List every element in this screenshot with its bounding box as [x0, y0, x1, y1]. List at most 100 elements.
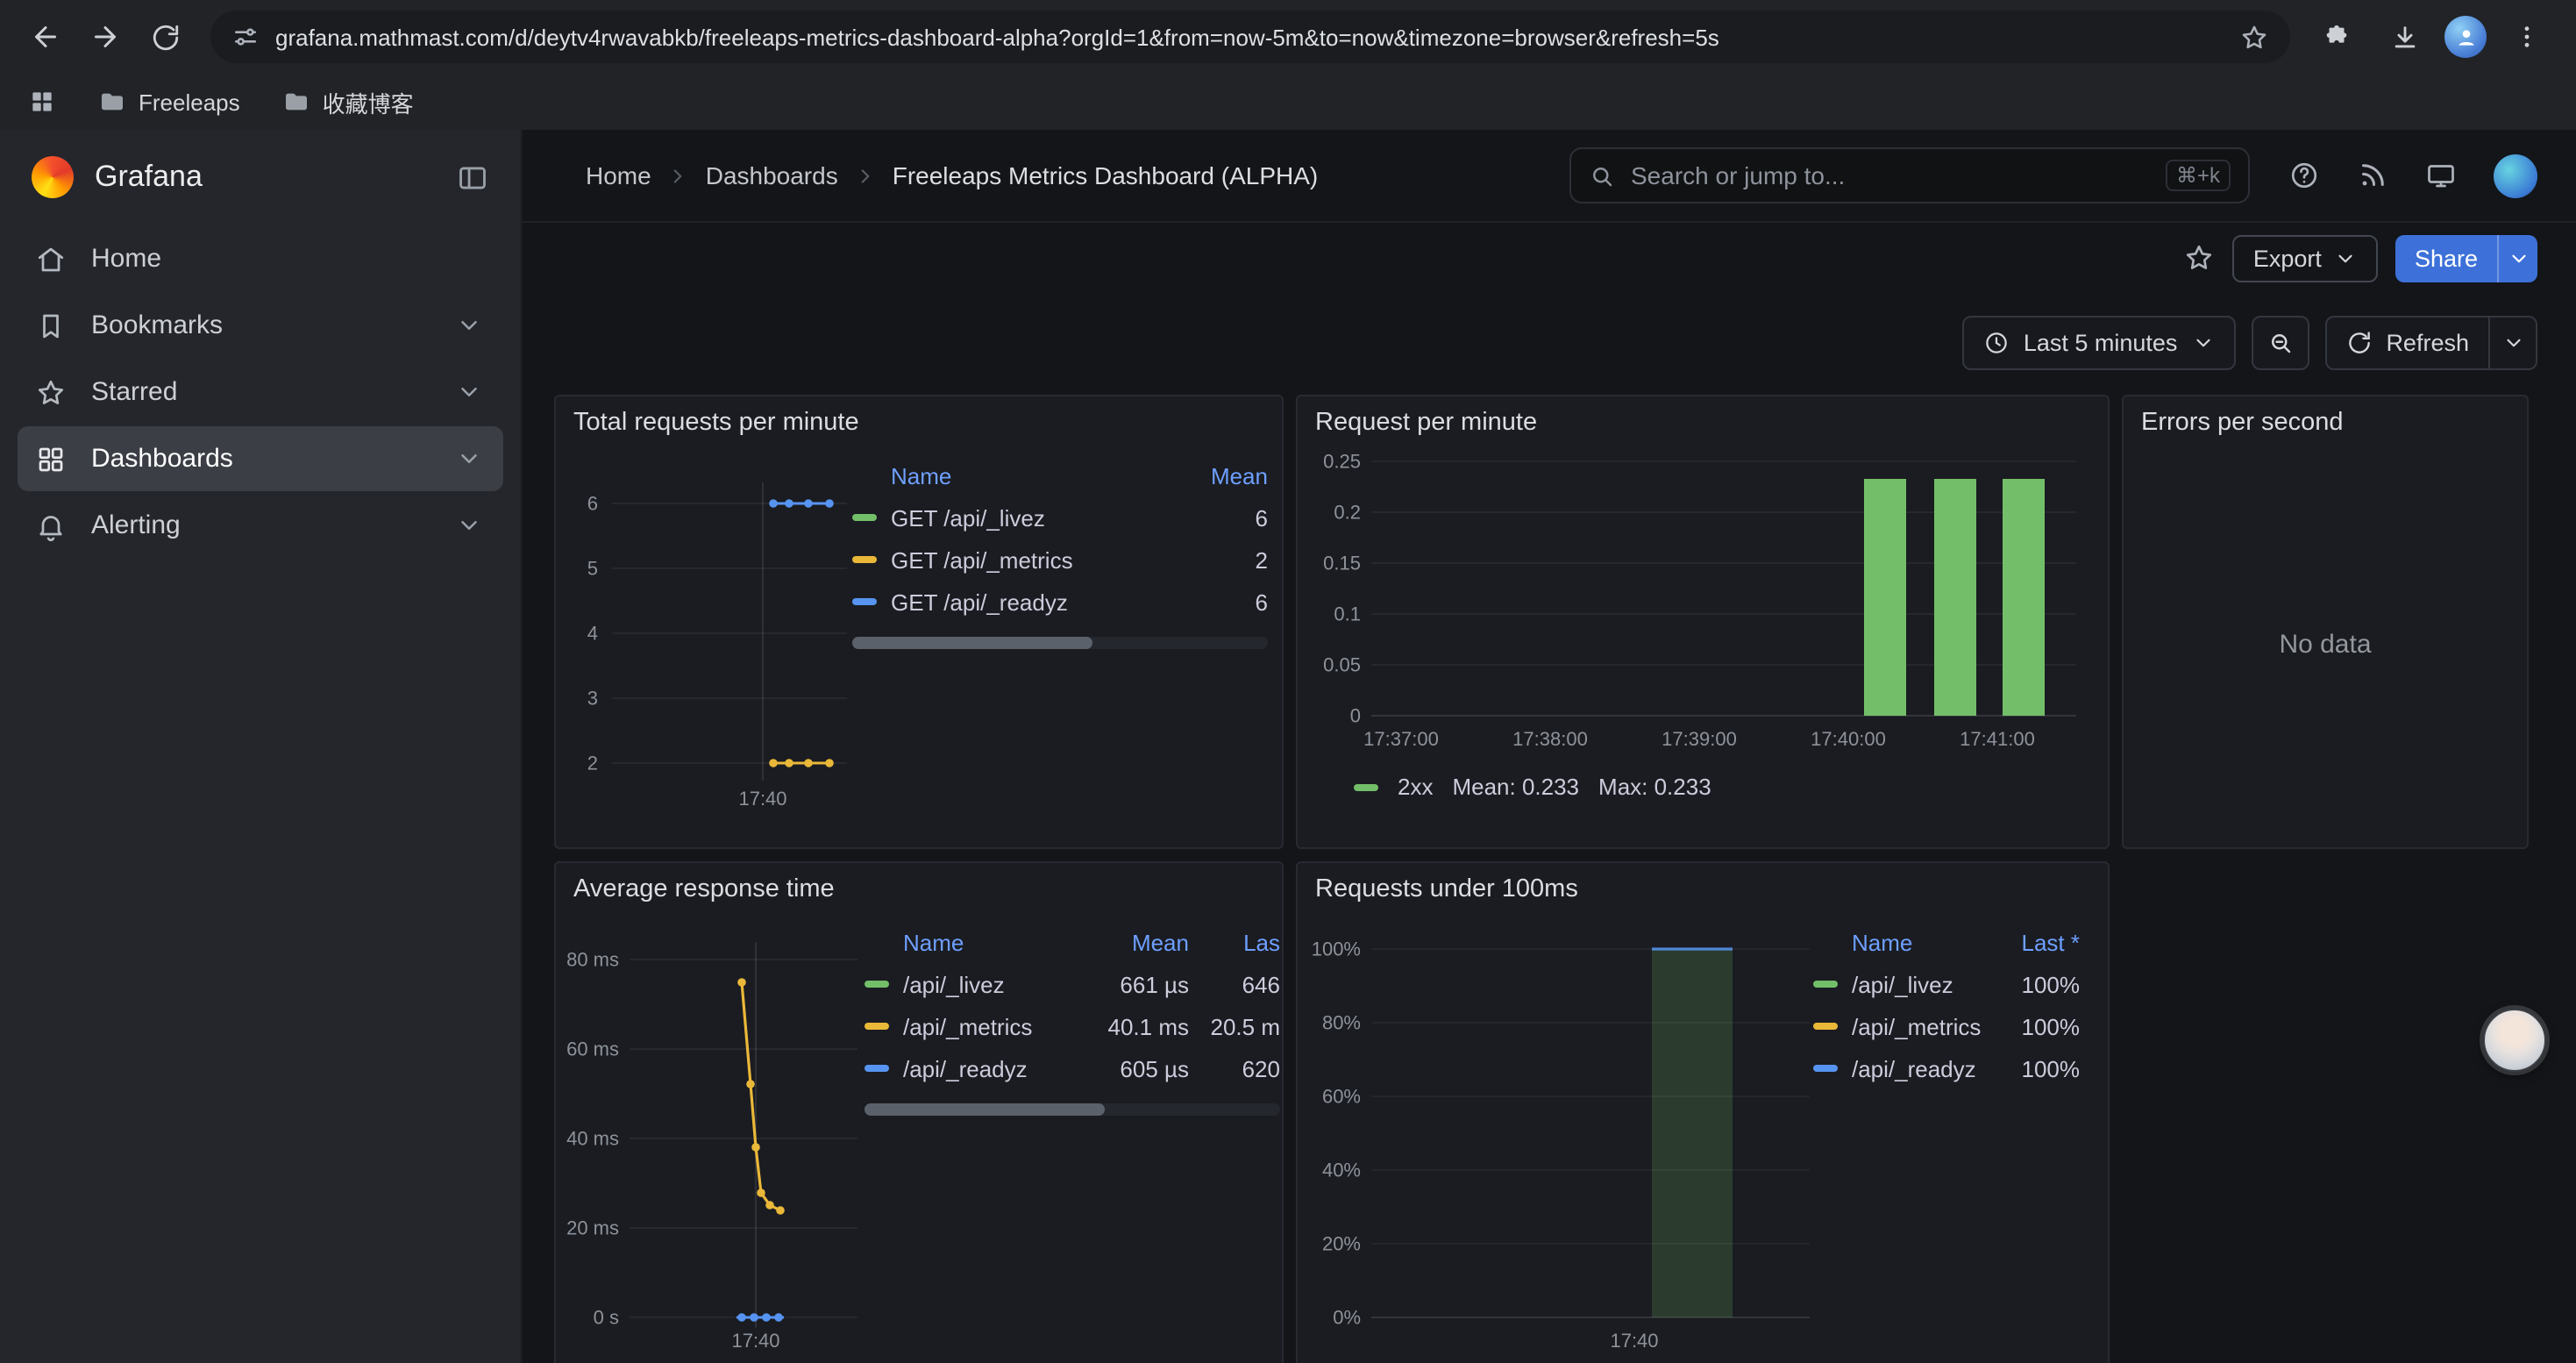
panel-title[interactable]: Request per minute	[1298, 396, 2108, 440]
no-data-message: No data	[2124, 440, 2527, 847]
panel-title[interactable]: Total requests per minute	[556, 396, 1282, 440]
legend-col-mean[interactable]: Mean	[1211, 462, 1268, 489]
legend-col-name[interactable]: Name	[891, 462, 1197, 489]
browser-menu-icon[interactable]	[2499, 9, 2555, 65]
x-tick-label: 17:40	[738, 788, 786, 810]
timeseries-plot: 6 5 4 3 2 17:40	[566, 440, 852, 826]
bell-icon	[35, 510, 67, 541]
bookmark-folder-blogs[interactable]: 收藏博客	[282, 85, 414, 118]
panel-title[interactable]: Errors per second	[2124, 396, 2527, 440]
legend-inline: 2xx Mean: 0.233 Max: 0.233	[1298, 772, 2108, 814]
sidebar-item-bookmarks[interactable]: Bookmarks	[18, 293, 503, 358]
legend-row[interactable]: /api/_livez 100%	[1813, 963, 2080, 1005]
refresh-interval-caret[interactable]	[2490, 315, 2537, 369]
legend-row[interactable]: /api/_readyz 100%	[1813, 1047, 2080, 1089]
y-tick-label: 0.25	[1323, 451, 1361, 473]
bookmark-icon	[35, 310, 67, 341]
legend-row[interactable]: /api/_readyz 605 µs 620	[865, 1047, 1280, 1089]
home-icon	[35, 243, 67, 275]
panel-title[interactable]: Requests under 100ms	[1298, 863, 2108, 907]
header-icons	[2288, 153, 2537, 197]
x-tick-label: 17:40	[1610, 1330, 1658, 1352]
sidebar-item-alerting[interactable]: Alerting	[18, 493, 503, 558]
legend-series-name[interactable]: 2xx	[1398, 774, 1433, 800]
x-tick-label: 17:37:00	[1363, 728, 1439, 750]
legend-scrollbar[interactable]	[852, 637, 1268, 649]
legend-row[interactable]: GET /api/_metrics 2	[852, 539, 1268, 581]
news-rss-icon[interactable]	[2357, 160, 2388, 191]
legend-row[interactable]: /api/_livez 661 µs 646	[865, 963, 1280, 1005]
legend-row[interactable]: GET /api/_readyz 6	[852, 581, 1268, 623]
reload-icon[interactable]	[137, 9, 193, 65]
extensions-icon[interactable]	[2308, 9, 2364, 65]
average-response-chart[interactable]: 80 ms 60 ms 40 ms 20 ms 0 s 17:40	[566, 907, 865, 1363]
series-color-swatch	[865, 981, 889, 988]
forward-icon[interactable]	[77, 9, 133, 65]
site-settings-icon[interactable]	[231, 23, 260, 51]
sidebar-collapse-icon[interactable]	[456, 161, 489, 194]
share-button[interactable]: Share	[2395, 234, 2497, 282]
grafana-logo[interactable]	[32, 156, 74, 198]
bookmark-star-icon[interactable]	[2239, 22, 2269, 52]
share-caret-button[interactable]	[2497, 234, 2537, 282]
floating-assistant-avatar[interactable]	[2483, 1009, 2546, 1072]
chevron-down-icon[interactable]	[456, 446, 482, 472]
search-input[interactable]: Search or jump to... ⌘+k	[1569, 147, 2250, 203]
legend-row[interactable]: /api/_metrics 100%	[1813, 1005, 2080, 1047]
browser-profile-avatar[interactable]	[2444, 16, 2487, 58]
legend-row[interactable]: /api/_metrics 40.1 ms 20.5 m	[865, 1005, 1280, 1047]
y-tick-label: 0	[1350, 705, 1361, 727]
downloads-icon[interactable]	[2376, 9, 2432, 65]
panel-average-response-time: Average response time 80 ms	[554, 861, 1284, 1363]
apps-grid-icon[interactable]	[28, 88, 56, 116]
y-tick-label: 20%	[1322, 1233, 1361, 1255]
chevron-down-icon[interactable]	[456, 312, 482, 339]
legend-col-last[interactable]: Last *	[2022, 929, 2081, 955]
legend-col-name[interactable]: Name	[1852, 929, 2008, 955]
legend-col-name[interactable]: Name	[903, 929, 1077, 955]
scrollbar-thumb[interactable]	[852, 637, 1093, 649]
chevron-down-icon	[2334, 246, 2357, 269]
zoom-out-button[interactable]	[2251, 315, 2309, 369]
sidebar-item-home[interactable]: Home	[18, 226, 503, 291]
chevron-down-icon	[2501, 331, 2524, 353]
legend-row[interactable]: GET /api/_livez 6	[852, 496, 1268, 539]
user-avatar[interactable]	[2494, 153, 2537, 197]
bookmark-folder-freeleaps[interactable]: Freeleaps	[98, 88, 240, 116]
chevron-right-icon	[667, 164, 690, 187]
breadcrumb-dashboards[interactable]: Dashboards	[706, 161, 838, 189]
app-header: Home Dashboards Freeleaps Metrics Dashbo…	[523, 130, 2576, 223]
panel-title[interactable]: Average response time	[556, 863, 1282, 907]
legend-col-last[interactable]: Las	[1203, 929, 1280, 955]
sidebar-header: Grafana	[0, 130, 521, 225]
chevron-down-icon[interactable]	[456, 379, 482, 405]
series-color-swatch	[865, 1023, 889, 1030]
help-icon[interactable]	[2288, 160, 2320, 191]
refresh-button[interactable]: Refresh	[2324, 315, 2490, 369]
kiosk-monitor-icon[interactable]	[2425, 160, 2457, 191]
panel-grid: Total requests per minute 6	[523, 370, 2576, 1363]
under-100ms-chart[interactable]: 100% 80% 60% 40% 20% 0% 17:40	[1308, 907, 1813, 1363]
time-range-button[interactable]: Last 5 minutes	[1962, 315, 2236, 369]
legend-col-mean[interactable]: Mean	[1091, 929, 1189, 955]
series-color-swatch	[852, 514, 877, 521]
url-bar[interactable]: grafana.mathmast.com/d/deytv4rwavabkb/fr…	[210, 11, 2290, 63]
legend-scroll[interactable]	[865, 1103, 1280, 1116]
search-shortcut-badge: ⌘+k	[2166, 160, 2231, 191]
favorite-star-icon[interactable]	[2183, 242, 2215, 274]
chevron-down-icon[interactable]	[456, 512, 482, 539]
url-text[interactable]: grafana.mathmast.com/d/deytv4rwavabkb/fr…	[275, 24, 2224, 50]
sidebar-item-dashboards[interactable]: Dashboards	[18, 426, 503, 491]
request-per-minute-chart[interactable]: 0.25 0.2 0.15 0.1 0.05 0 17:37:00	[1298, 440, 2108, 772]
total-requests-chart[interactable]: 6 5 4 3 2 17:40	[566, 440, 852, 837]
brand-title: Grafana	[95, 160, 435, 195]
export-button[interactable]: Export	[2232, 234, 2378, 282]
series-color-swatch	[1813, 1065, 1838, 1072]
dashboards-grid-icon	[35, 443, 67, 475]
scrollbar-thumb[interactable]	[865, 1103, 1106, 1116]
legend-table: Name Last * /api/_livez 100%	[1813, 907, 2080, 1363]
y-tick-label: 100%	[1312, 938, 1361, 960]
sidebar-item-starred[interactable]: Starred	[18, 360, 503, 425]
back-icon[interactable]	[18, 9, 74, 65]
breadcrumb-home[interactable]: Home	[586, 161, 651, 189]
